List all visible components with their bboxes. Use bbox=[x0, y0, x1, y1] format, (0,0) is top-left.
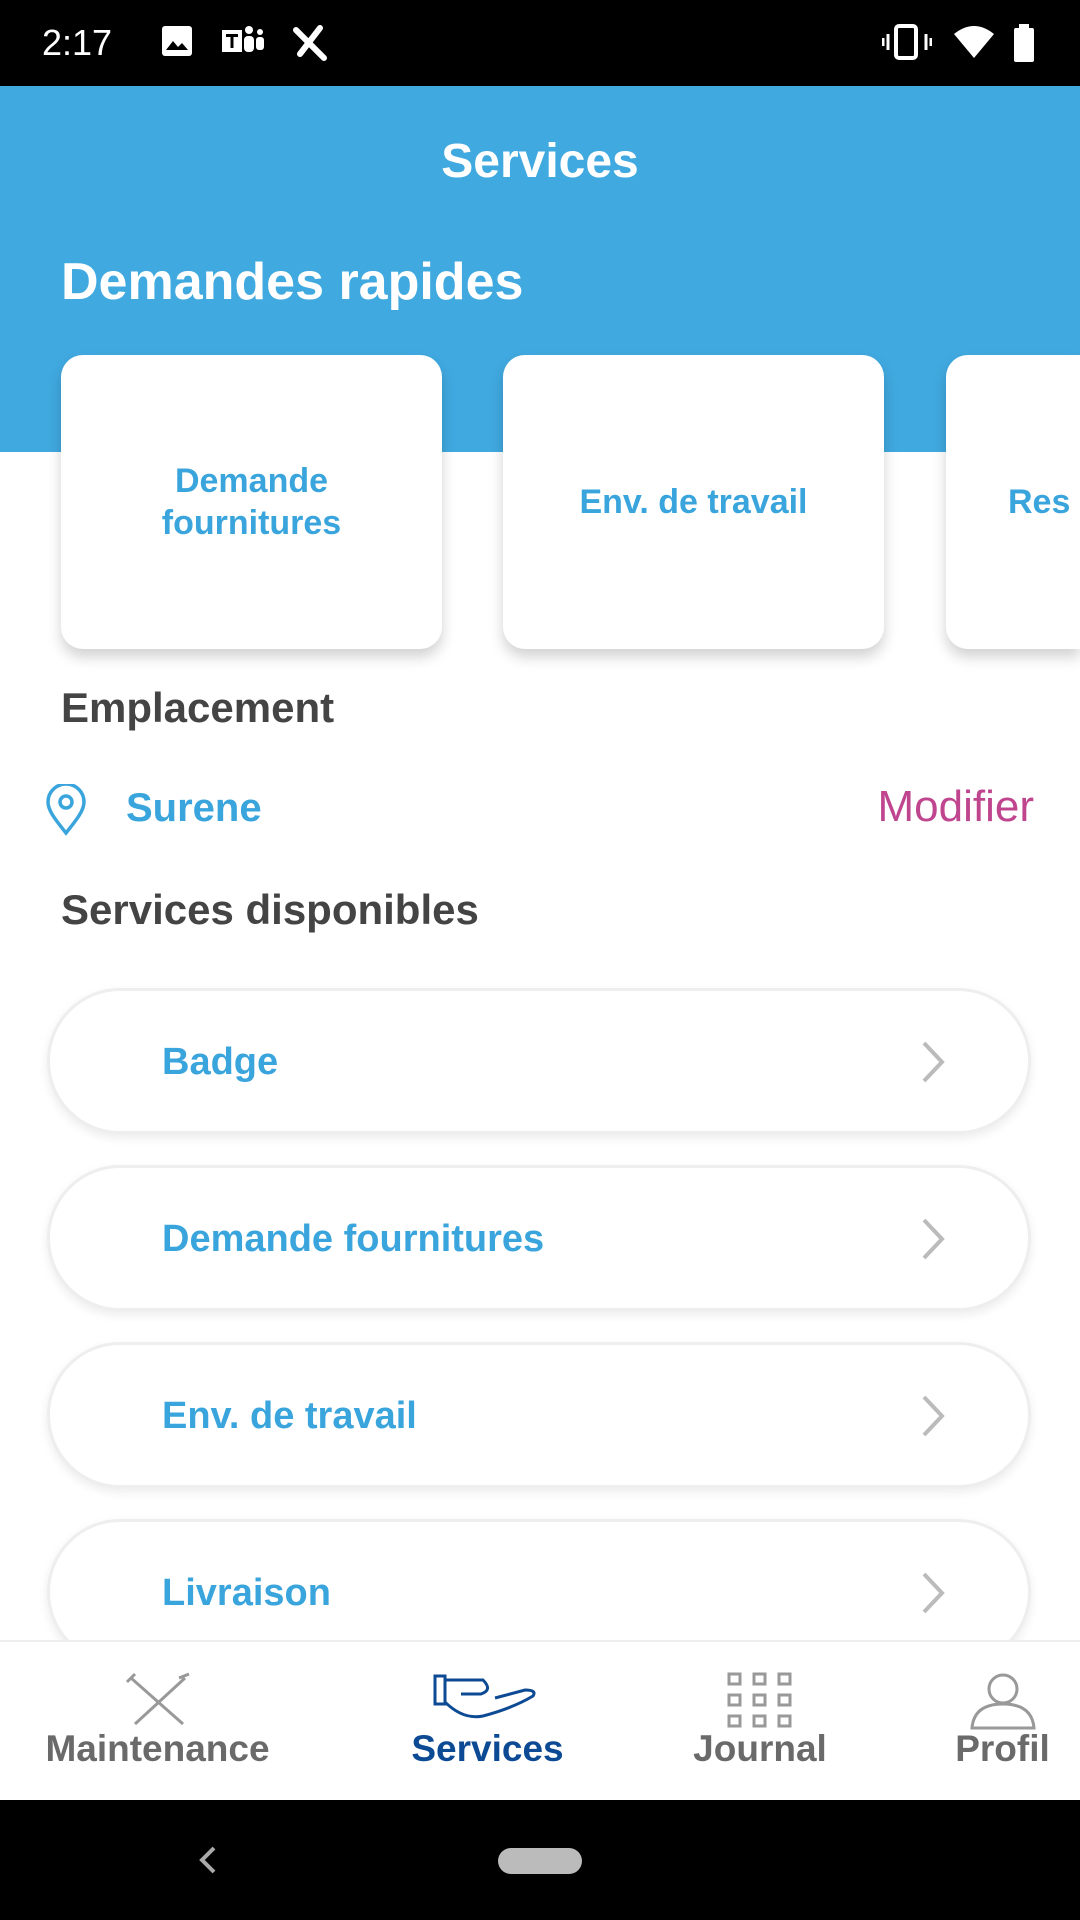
tab-label: Maintenance bbox=[45, 1728, 270, 1769]
location-name: Surene bbox=[126, 786, 262, 830]
grid-icon bbox=[727, 1672, 792, 1728]
vibrate-icon bbox=[882, 24, 932, 60]
tab-maintenance[interactable]: Maintenance bbox=[0, 1642, 315, 1802]
chevron-right-icon bbox=[922, 1395, 945, 1437]
chevron-right-icon bbox=[922, 1572, 945, 1614]
bottom-nav: Maintenance Services Journal Profil bbox=[0, 1640, 1080, 1800]
page-title: Services bbox=[441, 135, 639, 188]
location-pin-icon bbox=[46, 784, 86, 836]
service-item-demande-fournitures[interactable]: Demande fournitures bbox=[47, 1165, 1031, 1311]
modify-location-link[interactable]: Modifier bbox=[878, 782, 1035, 832]
chevron-right-icon bbox=[922, 1218, 945, 1260]
quick-request-label: Env. de travail bbox=[579, 483, 808, 521]
wrench-icon bbox=[293, 25, 327, 61]
location-row: Surene Modifier bbox=[44, 778, 1034, 842]
wifi-icon bbox=[954, 26, 994, 58]
quick-request-card[interactable]: Env. de travail bbox=[503, 355, 884, 649]
service-item-badge[interactable]: Badge bbox=[47, 988, 1031, 1134]
battery-icon bbox=[1014, 24, 1034, 62]
service-label: Env. de travail bbox=[162, 1395, 417, 1437]
back-icon[interactable] bbox=[196, 1844, 220, 1876]
chevron-right-icon bbox=[922, 1041, 945, 1083]
services-heading: Services disponibles bbox=[61, 886, 479, 933]
tab-services[interactable]: Services bbox=[380, 1642, 595, 1802]
tools-icon bbox=[125, 1672, 190, 1726]
tab-label: Services bbox=[411, 1728, 564, 1769]
image-icon bbox=[162, 26, 192, 56]
status-bar: 2:17 bbox=[0, 0, 1080, 86]
service-item-env-de-travail[interactable]: Env. de travail bbox=[47, 1342, 1031, 1488]
quick-requests-heading: Demandes rapides bbox=[61, 253, 524, 311]
teams-icon bbox=[222, 26, 264, 52]
service-label: Badge bbox=[162, 1041, 279, 1083]
quick-request-label: Res bbox=[1008, 483, 1071, 521]
tab-journal[interactable]: Journal bbox=[660, 1642, 860, 1802]
system-nav-bar bbox=[0, 1800, 1080, 1920]
quick-request-label: Demande fournitures bbox=[161, 462, 342, 542]
service-label: Livraison bbox=[162, 1572, 331, 1614]
hand-icon bbox=[433, 1674, 535, 1719]
home-handle[interactable] bbox=[498, 1848, 582, 1874]
tab-label: Journal bbox=[693, 1728, 827, 1769]
tab-label: Profil bbox=[955, 1728, 1050, 1769]
quick-request-card[interactable]: Demande fournitures bbox=[61, 355, 442, 649]
location-heading: Emplacement bbox=[61, 684, 335, 731]
tab-profil[interactable]: Profil bbox=[930, 1642, 1075, 1802]
person-icon bbox=[969, 1673, 1036, 1730]
quick-request-card[interactable]: Res bbox=[946, 355, 1080, 649]
service-label: Demande fournitures bbox=[162, 1218, 545, 1260]
status-time: 2:17 bbox=[42, 22, 113, 63]
